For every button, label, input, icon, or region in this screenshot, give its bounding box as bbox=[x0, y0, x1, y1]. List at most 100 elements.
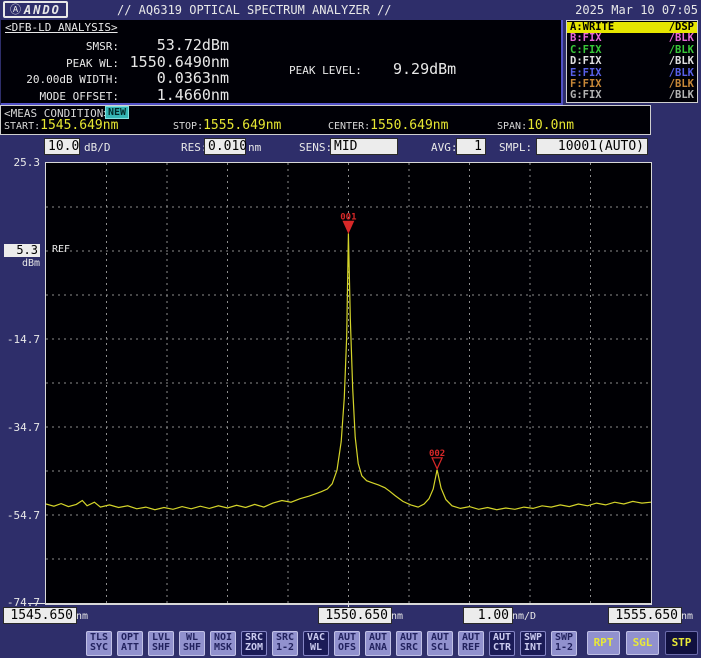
trace-mode: /BLK bbox=[669, 90, 694, 101]
osa-screen: Ⓐ ANDO // AQ6319 OPTICAL SPECTRUM ANALYZ… bbox=[0, 0, 701, 658]
analysis-row-value: 1550.6490nm bbox=[119, 53, 229, 71]
trace-name: G:FIX bbox=[570, 90, 602, 101]
softkey-noi-msk[interactable]: NOIMSK bbox=[210, 631, 236, 656]
y-tick-3: -34.7 bbox=[0, 421, 40, 434]
softkey-wl-shf[interactable]: WLSHF bbox=[179, 631, 205, 656]
softkey-label-bottom: ATT bbox=[118, 643, 142, 653]
ando-logo-text: ANDO bbox=[24, 3, 61, 17]
softkey-label-bottom: INT bbox=[521, 643, 545, 653]
x-scale-field[interactable]: 1.00 bbox=[463, 607, 513, 624]
avg-field[interactable]: 1 bbox=[456, 138, 486, 155]
softkey-row: TLSSYCOPTATTLVLSHFWLSHFNOIMSKSRCZOMSRC1-… bbox=[86, 631, 577, 656]
analysis-row-label: SMSR: bbox=[1, 40, 119, 53]
x-center-field[interactable]: 1550.650 bbox=[318, 607, 392, 624]
softkey-aut-src[interactable]: AUTSRC bbox=[396, 631, 422, 656]
x-stop-field[interactable]: 1555.650 bbox=[608, 607, 682, 624]
x-stop-unit: nm bbox=[681, 611, 693, 622]
res-unit: nm bbox=[248, 141, 261, 154]
y-tick-top: 25.3 bbox=[0, 156, 40, 169]
softkey-aut-ana[interactable]: AUTANA bbox=[365, 631, 391, 656]
sens-field[interactable]: MID bbox=[330, 138, 398, 155]
meas-field-value: 10.0nm bbox=[527, 118, 574, 133]
softkey-label-bottom: OFS bbox=[335, 643, 359, 653]
meas-field-value: 1555.649nm bbox=[203, 118, 281, 133]
smpl-field[interactable]: 10001(AUTO) bbox=[536, 138, 648, 155]
x-start-field[interactable]: 1545.650 bbox=[3, 607, 77, 624]
meas-field-label: START: bbox=[4, 121, 40, 132]
softkey-label-bottom: WL bbox=[304, 643, 328, 653]
marker-002-triangle bbox=[432, 458, 442, 469]
x-start-unit: nm bbox=[76, 611, 88, 622]
softkey-src-zom[interactable]: SRCZOM bbox=[241, 631, 267, 656]
meas-condition-panel: <MEAS CONDITION> NEW START:1545.649nmSTO… bbox=[0, 105, 651, 135]
softkey-aut-ctr[interactable]: AUTCTR bbox=[489, 631, 515, 656]
softkey-swp-int[interactable]: SWPINT bbox=[520, 631, 546, 656]
trace-row-d[interactable]: D:FIX/BLK bbox=[567, 56, 697, 67]
meas-field-value: 1545.649nm bbox=[40, 118, 118, 133]
spectrum-plot-canvas: 001 002 bbox=[46, 163, 651, 603]
analysis-row-label: 20.00dB WIDTH: bbox=[1, 73, 119, 86]
marker-002-label: 002 bbox=[429, 449, 445, 459]
softkey-label-bottom: SRC bbox=[397, 643, 421, 653]
meas-field-label: CENTER: bbox=[328, 121, 370, 132]
ando-logo: Ⓐ ANDO bbox=[3, 1, 68, 18]
meas-field-span: SPAN:10.0nm bbox=[497, 118, 574, 133]
avg-label: AVG: bbox=[431, 141, 458, 154]
softkey-src-1-2[interactable]: SRC1-2 bbox=[272, 631, 298, 656]
softkey-tls-syc[interactable]: TLSSYC bbox=[86, 631, 112, 656]
settings-row: 10.0 dB/D RES: 0.010 nm SENS: MID AVG: 1… bbox=[0, 137, 701, 159]
softkey-label-bottom: ZOM bbox=[242, 643, 266, 653]
action-key-stp[interactable]: STP bbox=[665, 631, 698, 655]
softkey-label-bottom: 1-2 bbox=[552, 643, 576, 653]
softkey-aut-ref[interactable]: AUTREF bbox=[458, 631, 484, 656]
smpl-label: SMPL: bbox=[499, 141, 532, 154]
softkey-vac-wl[interactable]: VACWL bbox=[303, 631, 329, 656]
trace-row-g[interactable]: G:FIX/BLK bbox=[567, 90, 697, 101]
y-axis-unit: dBm bbox=[0, 258, 40, 269]
y-axis-connector-line bbox=[28, 603, 46, 604]
ref-line-label: REF bbox=[52, 244, 70, 255]
res-field[interactable]: 0.010 bbox=[204, 138, 246, 155]
meas-field-value: 1550.649nm bbox=[370, 118, 448, 133]
softkey-lvl-shf[interactable]: LVLSHF bbox=[148, 631, 174, 656]
meas-field-start: START:1545.649nm bbox=[4, 118, 118, 133]
header-bar: Ⓐ ANDO // AQ6319 OPTICAL SPECTRUM ANALYZ… bbox=[0, 0, 701, 19]
analysis-row: MODE OFFSET:1.4660nm bbox=[1, 86, 341, 103]
meas-field-label: SPAN: bbox=[497, 121, 527, 132]
meas-field-label: STOP: bbox=[173, 121, 203, 132]
analysis-row-label: PEAK WL: bbox=[1, 57, 119, 70]
ando-logo-icon: Ⓐ bbox=[10, 4, 21, 15]
level-scale-field[interactable]: 10.0 bbox=[44, 138, 80, 155]
softkey-aut-scl[interactable]: AUTSCL bbox=[427, 631, 453, 656]
marker-001-label: 001 bbox=[340, 212, 356, 222]
action-key-sgl[interactable]: SGL bbox=[626, 631, 659, 655]
analysis-row-label: MODE OFFSET: bbox=[1, 90, 119, 103]
softkey-label-bottom: SYC bbox=[87, 643, 111, 653]
action-key-rpt[interactable]: RPT bbox=[587, 631, 620, 655]
analysis-row-value: 53.72dBm bbox=[119, 36, 229, 54]
softkey-swp-1-2[interactable]: SWP1-2 bbox=[551, 631, 577, 656]
softkey-label-bottom: MSK bbox=[211, 643, 235, 653]
y-tick-4: -54.7 bbox=[0, 509, 40, 522]
ref-level-field[interactable]: 5.3 bbox=[4, 244, 40, 257]
trace-a-line bbox=[46, 233, 651, 509]
analysis-row-value: 0.0363nm bbox=[119, 69, 229, 87]
analysis-row-value: 1.4660nm bbox=[119, 86, 229, 104]
softkey-label-bottom: ANA bbox=[366, 643, 390, 653]
softkey-label-bottom: SHF bbox=[149, 643, 173, 653]
spectrum-plot: 001 002 REF bbox=[45, 162, 652, 605]
trace-status-panel: A:WRITE/DSPB:FIX/BLKC:FIX/BLKD:FIX/BLKE:… bbox=[566, 20, 698, 103]
sens-label: SENS: bbox=[299, 141, 332, 154]
sweep-action-keys: RPTSGLSTP bbox=[587, 631, 698, 655]
meas-field-center: CENTER:1550.649nm bbox=[328, 118, 448, 133]
page-title: // AQ6319 OPTICAL SPECTRUM ANALYZER // bbox=[117, 3, 392, 17]
meas-field-stop: STOP:1555.649nm bbox=[173, 118, 281, 133]
softkey-aut-ofs[interactable]: AUTOFS bbox=[334, 631, 360, 656]
softkey-label-bottom: 1-2 bbox=[273, 643, 297, 653]
softkey-label-bottom: SHF bbox=[180, 643, 204, 653]
level-scale-unit: dB/D bbox=[84, 141, 111, 154]
dfb-ld-analysis-panel: <DFB-LD ANALYSIS> SMSR:53.72dBmPEAK WL:1… bbox=[1, 20, 563, 105]
softkey-label-bottom: SCL bbox=[428, 643, 452, 653]
dfb-analysis-title: <DFB-LD ANALYSIS> bbox=[5, 21, 118, 34]
softkey-opt-att[interactable]: OPTATT bbox=[117, 631, 143, 656]
